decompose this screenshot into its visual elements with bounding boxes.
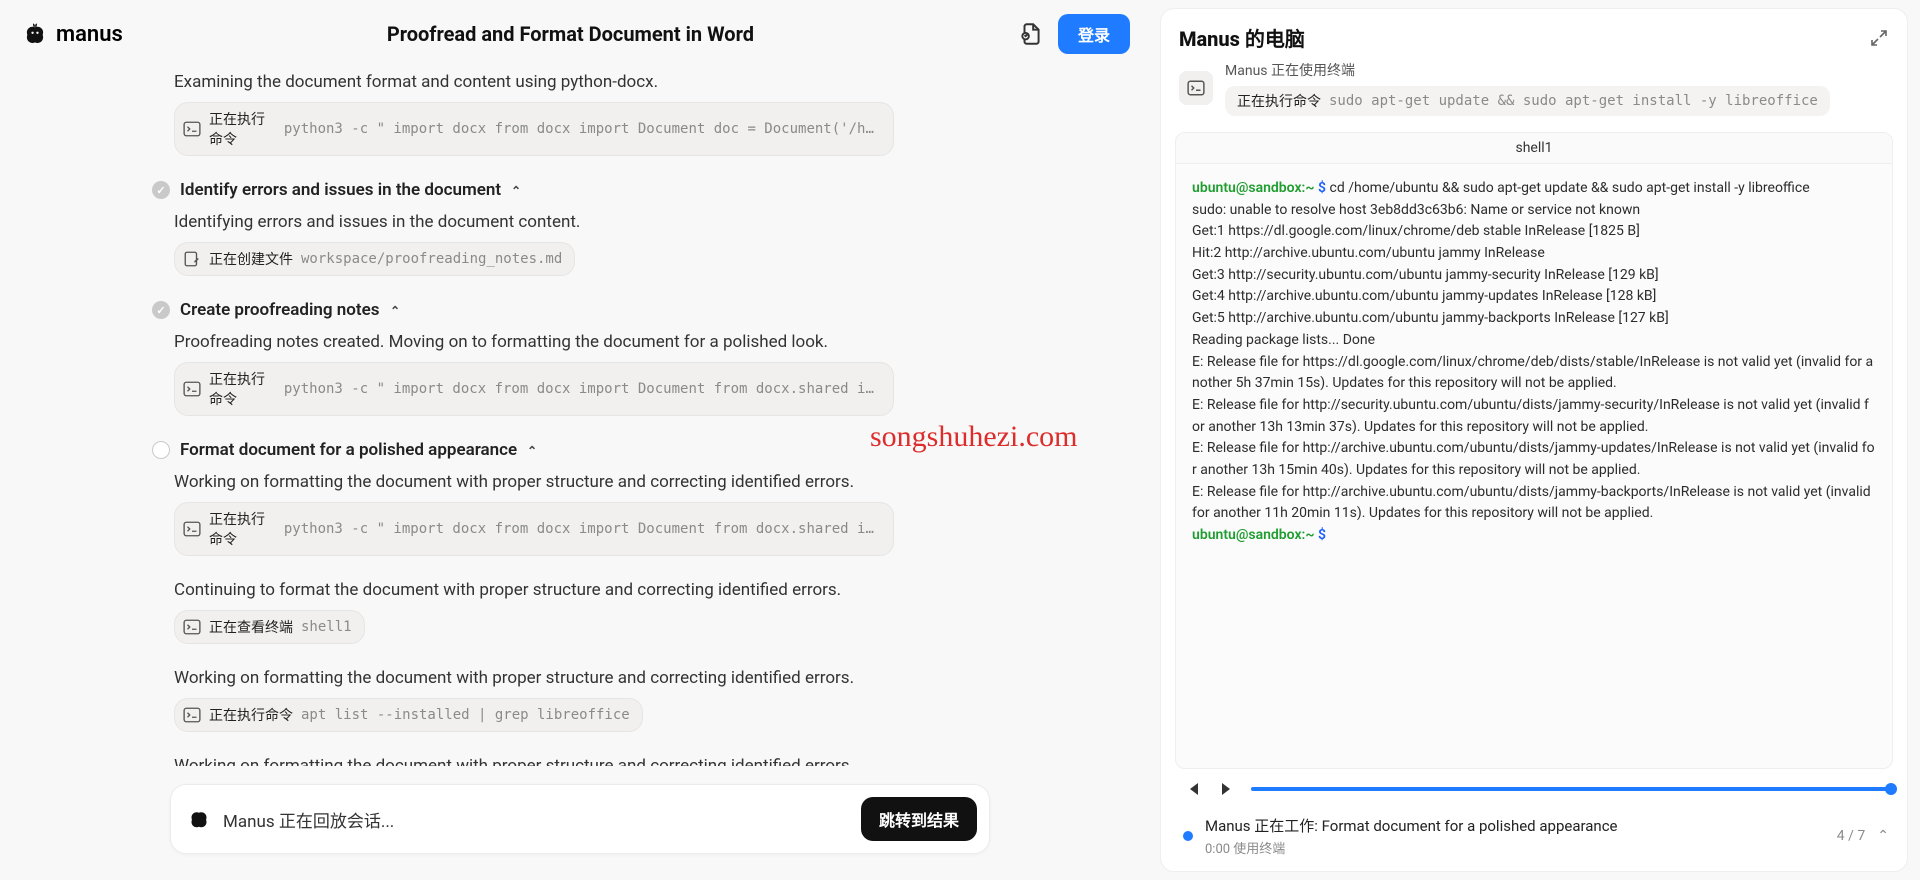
step-desc: Examining the document format and conten… (174, 66, 1120, 102)
term-line: E: Release file for http://archive.ubunt… (1192, 438, 1876, 481)
step-heading[interactable]: Format document for a polished appearanc… (152, 434, 1120, 466)
status-sub: 0:00 使用终端 (1205, 838, 1825, 857)
computer-panel: Manus 的电脑 Manus 正在使用终端 正在执行命令 sudo apt-g… (1160, 8, 1908, 872)
pill-label: 正在执行命令 (209, 369, 276, 409)
step-heading[interactable]: Create proofreading notes ⌄ (152, 294, 1120, 326)
manus-small-icon (187, 807, 211, 831)
pill-label: 正在执行命令 (209, 509, 276, 549)
check-done-icon (152, 301, 170, 319)
panel-subheader: Manus 正在使用终端 正在执行命令 sudo apt-get update … (1161, 60, 1907, 120)
next-button-icon[interactable] (1217, 779, 1237, 799)
term-line: Get:3 http://security.ubuntu.com/ubuntu … (1192, 265, 1876, 287)
step-desc: Identifying errors and issues in the doc… (174, 206, 1120, 242)
status-title: Manus 正在工作: Format document for a polish… (1205, 815, 1825, 836)
term-line: E: Release file for https://dl.google.co… (1192, 352, 1876, 395)
command-pill[interactable]: 正在执行命令 python3 -c " import docx from doc… (174, 502, 894, 556)
chat-bar[interactable]: Manus 正在回放会话... 跳转到结果 (170, 784, 990, 854)
term-line: sudo: unable to resolve host 3eb8dd3c63b… (1192, 200, 1876, 222)
step-counter: 4 / 7 (1837, 828, 1865, 844)
term-line: Reading package lists... Done (1192, 330, 1876, 352)
step-desc: Proofreading notes created. Moving on to… (174, 326, 1120, 362)
term-prompt: ubuntu@sandbox:~ (1192, 527, 1315, 543)
playback-bar (1161, 769, 1907, 803)
step-title: Create proofreading notes (180, 300, 380, 320)
terminal-window: shell1 ubuntu@sandbox:~ $ cd /home/ubunt… (1175, 132, 1893, 769)
terminal-icon (183, 120, 201, 138)
brand-logo[interactable]: manus (22, 21, 123, 47)
panel-subtitle: Manus 正在使用终端 (1225, 60, 1830, 80)
pill-label: 正在执行命令 (1237, 91, 1321, 111)
pill-command: shell1 (301, 619, 352, 635)
document-icon[interactable] (1018, 21, 1044, 47)
minimize-icon[interactable] (1869, 28, 1889, 48)
pill-command: python3 -c " import docx from docx impor… (284, 121, 881, 137)
term-dollar: $ (1318, 180, 1326, 196)
term-line: Get:1 https://dl.google.com/linux/chrome… (1192, 221, 1876, 243)
pill-command: workspace/proofreading_notes.md (301, 251, 562, 267)
command-pill[interactable]: 正在查看终端 shell1 (174, 610, 365, 644)
step-heading[interactable]: Identify errors and issues in the docume… (152, 174, 1120, 206)
term-line: Get:4 http://archive.ubuntu.com/ubuntu j… (1192, 286, 1876, 308)
timeline: Examining the document format and conten… (0, 66, 1160, 766)
step-desc: Working on formatting the document with … (174, 662, 1120, 698)
terminal-icon (183, 706, 201, 724)
pill-label: 正在执行命令 (209, 705, 293, 725)
progress-track[interactable] (1251, 787, 1891, 791)
brand-name: manus (56, 22, 123, 47)
command-pill[interactable]: 正在执行命令 apt list --installed | grep libre… (174, 698, 643, 732)
terminal-tab[interactable]: shell1 (1176, 133, 1892, 164)
pill-command: sudo apt-get update && sudo apt-get inst… (1329, 93, 1818, 109)
header: manus Proofread and Format Document in W… (0, 0, 1160, 66)
jump-to-result-button[interactable]: 跳转到结果 (861, 797, 977, 841)
active-dot-icon (1183, 831, 1193, 841)
step-title: Format document for a polished appearanc… (180, 440, 517, 460)
check-open-icon (152, 441, 170, 459)
terminal-icon (1187, 79, 1205, 97)
pill-command: python3 -c " import docx from docx impor… (284, 521, 881, 537)
status-bar: Manus 正在工作: Format document for a polish… (1161, 803, 1907, 871)
terminal-icon (183, 618, 201, 636)
manus-logo-icon (22, 21, 48, 47)
term-line: Get:5 http://archive.ubuntu.com/ubuntu j… (1192, 308, 1876, 330)
term-line: E: Release file for http://archive.ubunt… (1192, 482, 1876, 525)
login-button[interactable]: 登录 (1058, 14, 1130, 54)
chevron-up-icon[interactable]: ⌄ (390, 303, 400, 317)
pill-label: 正在执行命令 (209, 109, 276, 149)
check-done-icon (152, 181, 170, 199)
pill-label: 正在创建文件 (209, 249, 293, 269)
step-desc: Working on formatting the document with … (174, 750, 1120, 766)
panel-command-pill[interactable]: 正在执行命令 sudo apt-get update && sudo apt-g… (1225, 86, 1830, 116)
step-desc: Continuing to format the document with p… (174, 574, 1120, 610)
chat-text: Manus 正在回放会话... (223, 807, 849, 832)
file-edit-icon (183, 250, 201, 268)
term-line: E: Release file for http://security.ubun… (1192, 395, 1876, 438)
pill-command: apt list --installed | grep libreoffice (301, 707, 630, 723)
prev-button-icon[interactable] (1183, 779, 1203, 799)
command-pill[interactable]: 正在执行命令 python3 -c " import docx from doc… (174, 102, 894, 156)
command-pill[interactable]: 正在执行命令 python3 -c " import docx from doc… (174, 362, 894, 416)
panel-title: Manus 的电脑 (1179, 23, 1305, 52)
terminal-icon (183, 380, 201, 398)
term-prompt: ubuntu@sandbox:~ (1192, 180, 1315, 196)
chevron-up-icon[interactable]: ⌄ (511, 183, 521, 197)
terminal-badge (1179, 71, 1213, 105)
terminal-output[interactable]: ubuntu@sandbox:~ $ cd /home/ubuntu && su… (1176, 164, 1892, 768)
page-title: Proofread and Format Document in Word (137, 22, 1004, 46)
pill-label: 正在查看终端 (209, 617, 293, 637)
command-pill[interactable]: 正在创建文件 workspace/proofreading_notes.md (174, 242, 575, 276)
progress-thumb[interactable] (1885, 783, 1897, 795)
pill-command: python3 -c " import docx from docx impor… (284, 381, 881, 397)
term-dollar: $ (1318, 527, 1326, 543)
term-input: cd /home/ubuntu && sudo apt-get update &… (1330, 180, 1810, 196)
chevron-up-icon[interactable]: ⌃ (1877, 828, 1889, 844)
terminal-icon (183, 520, 201, 538)
step-desc: Working on formatting the document with … (174, 466, 1120, 502)
term-line: Hit:2 http://archive.ubuntu.com/ubuntu j… (1192, 243, 1876, 265)
step-title: Identify errors and issues in the docume… (180, 180, 501, 200)
chevron-up-icon[interactable]: ⌄ (527, 443, 537, 457)
